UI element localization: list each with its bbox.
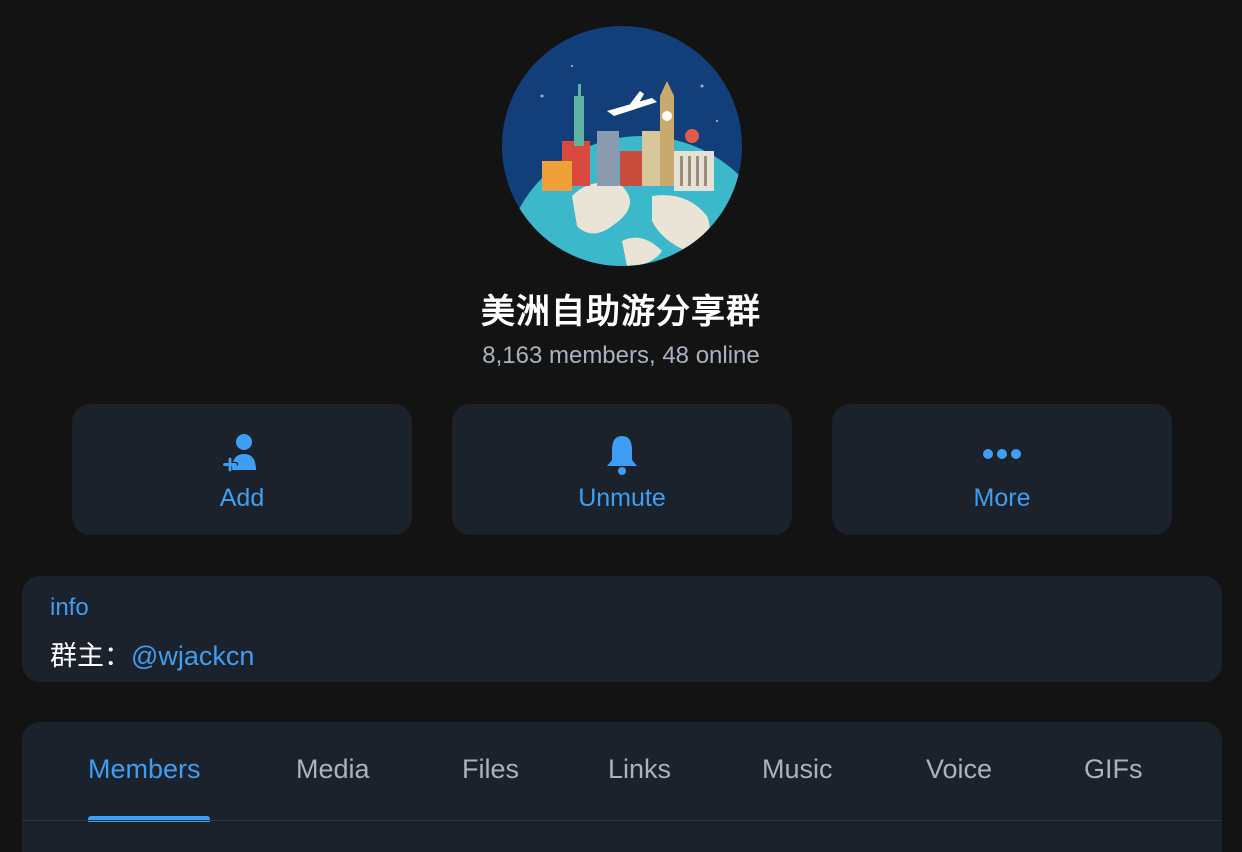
travel-globe-image (502, 26, 742, 266)
add-label: Add (219, 484, 265, 512)
tab-music[interactable]: Music (762, 754, 833, 785)
tab-media[interactable]: Media (296, 754, 370, 785)
active-tab-indicator (88, 816, 210, 822)
tab-members[interactable]: Members (88, 754, 201, 785)
more-button[interactable]: More (832, 404, 1172, 535)
unmute-label: Unmute (578, 484, 666, 512)
info-prefix: 群主： (50, 641, 131, 672)
add-button[interactable]: Add (72, 404, 412, 535)
unmute-button[interactable]: Unmute (452, 404, 792, 535)
add-member-icon (222, 434, 256, 472)
info-value: 群主：@wjackcn (50, 634, 254, 673)
tab-gifs[interactable]: GIFs (1084, 754, 1143, 785)
info-card: info 群主：@wjackcn (22, 576, 1222, 682)
group-member-count: 8,163 members, 48 online (482, 342, 760, 369)
group-title: 美洲自助游分享群 (481, 292, 761, 332)
tab-voice[interactable]: Voice (926, 754, 992, 785)
more-label: More (973, 484, 1031, 512)
owner-username-link[interactable]: @wjackcn (131, 641, 254, 671)
more-dots-icon (983, 449, 1021, 459)
info-heading: info (50, 594, 89, 621)
group-avatar[interactable] (502, 26, 742, 266)
media-tabs: Members Media Files Links Music Voice GI… (22, 722, 1222, 852)
bell-icon (607, 436, 637, 475)
tab-links[interactable]: Links (608, 754, 671, 785)
tab-files[interactable]: Files (462, 754, 519, 785)
tabs-divider (22, 820, 1222, 821)
